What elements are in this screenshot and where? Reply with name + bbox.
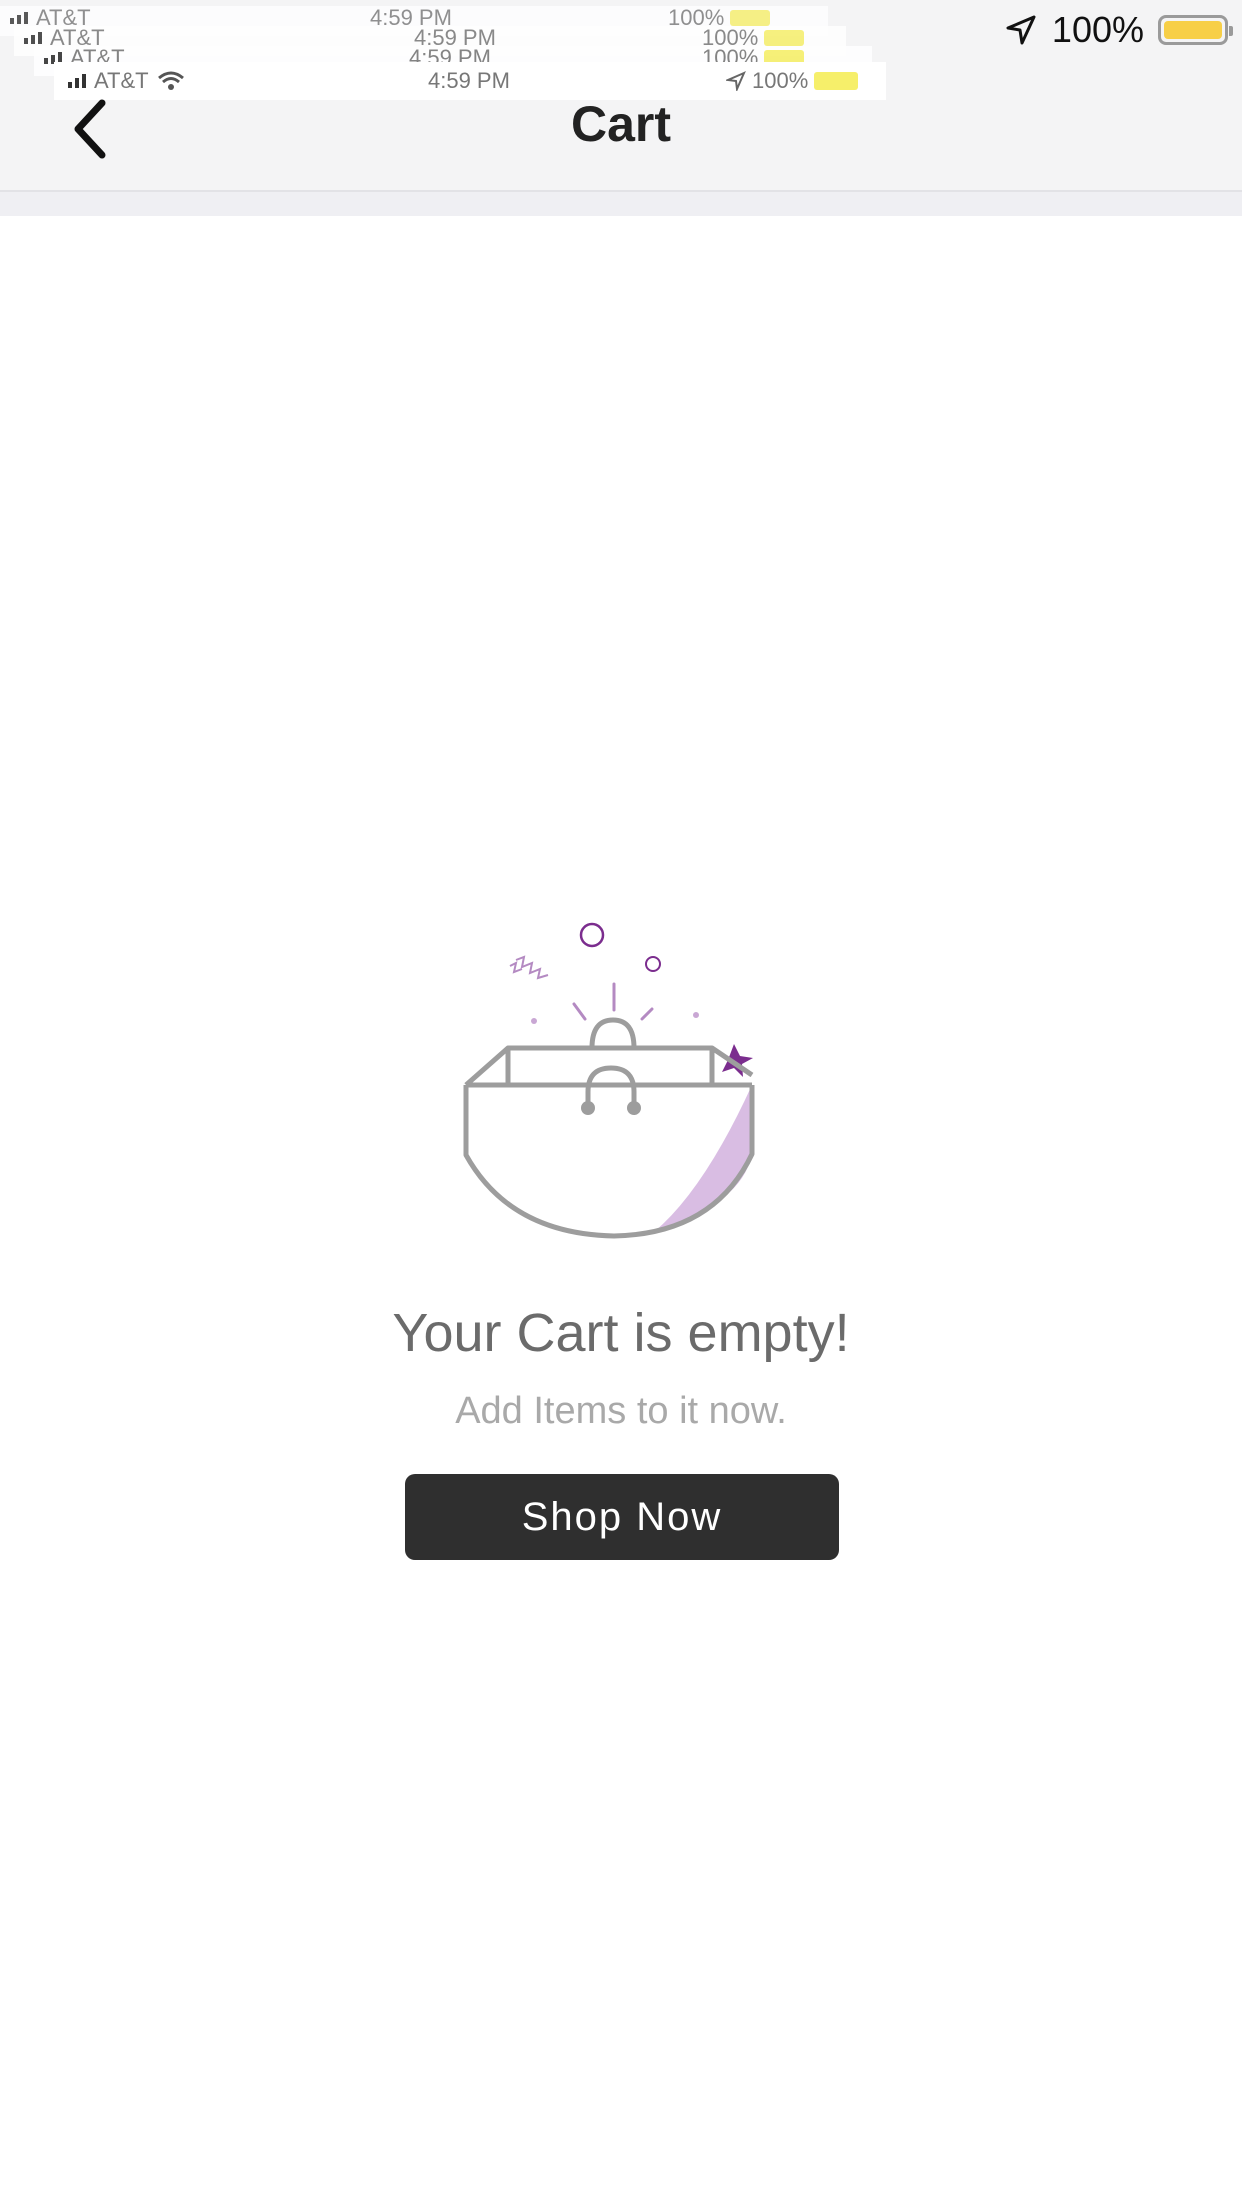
signal-icon <box>68 74 86 88</box>
bag-back-handle <box>589 1017 637 1049</box>
sparkle-circle <box>579 922 605 948</box>
sparkle-dot <box>531 1018 537 1024</box>
battery-percentage: 100% <box>1051 9 1144 50</box>
wifi-icon <box>157 71 184 90</box>
sparkle-circle <box>645 956 661 972</box>
shopping-bag-icon <box>463 922 755 1239</box>
battery-icon <box>764 30 805 46</box>
battery-icon <box>730 10 771 26</box>
location-icon <box>1006 15 1036 45</box>
bag-body <box>463 1085 755 1239</box>
shop-now-button[interactable]: Shop Now <box>405 1474 839 1560</box>
ghost-battery-pct: 100% <box>752 68 809 93</box>
signal-icon <box>24 32 42 44</box>
ray-line <box>640 1007 654 1021</box>
ghost-carrier: AT&T <box>68 68 185 94</box>
handle-rivet <box>581 1101 595 1115</box>
header-divider-strip <box>0 192 1242 216</box>
location-icon <box>726 71 746 91</box>
sparkle-dot <box>693 1012 699 1018</box>
signal-icon <box>10 12 28 24</box>
empty-cart-subtitle: Add Items to it now. <box>455 1390 787 1432</box>
battery-icon <box>1158 15 1233 45</box>
status-bar: 100% <box>1004 8 1233 52</box>
ghost-carrier-label: AT&T <box>94 68 149 93</box>
handle-rivet <box>627 1101 641 1115</box>
zigzag-mark <box>515 955 549 980</box>
page-title: Cart <box>570 96 672 152</box>
battery-icon <box>814 72 859 90</box>
ghost-time: 4:59 PM <box>428 68 510 93</box>
zigzag-mark <box>509 961 523 974</box>
battery-fill <box>1164 21 1222 39</box>
empty-cart-title: Your Cart is empty! <box>392 1303 850 1363</box>
ray-line <box>572 1002 587 1021</box>
ghost-battery: 100% <box>726 68 859 94</box>
